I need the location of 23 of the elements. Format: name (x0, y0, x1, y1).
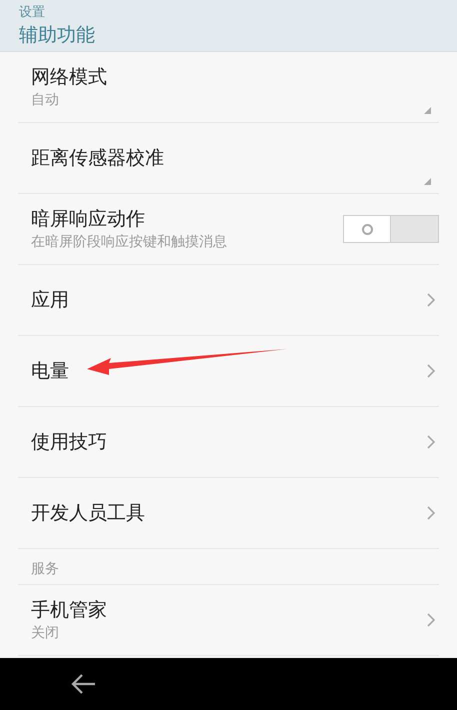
section-heading: 服务 (31, 560, 59, 579)
setting-title: 暗屏响应动作 (31, 207, 146, 232)
setting-title: 应用 (31, 288, 69, 313)
setting-title: 电量 (31, 359, 69, 384)
chevron-right-icon[interactable] (427, 364, 435, 378)
chevron-right-icon[interactable] (427, 613, 435, 627)
breadcrumb[interactable]: 设置 (19, 4, 438, 22)
setting-title: 距离传感器校准 (31, 146, 164, 171)
setting-title: 网络模式 (31, 65, 107, 90)
setting-summary: 自动 (31, 91, 60, 110)
chevron-right-icon[interactable] (427, 435, 435, 449)
setting-summary: 在暗屏阶段响应按键和触摸消息 (31, 233, 227, 252)
dropdown-corner-icon[interactable] (424, 178, 431, 185)
back-arrow-icon[interactable] (70, 673, 96, 695)
dropdown-corner-icon[interactable] (424, 107, 431, 114)
chevron-right-icon[interactable] (427, 293, 435, 307)
setting-title: 使用技巧 (31, 430, 107, 455)
setting-title: 开发人员工具 (31, 501, 145, 526)
page-title: 辅助功能 (19, 22, 96, 48)
chevron-right-icon[interactable] (427, 506, 435, 520)
setting-title: 手机管家 (31, 598, 107, 623)
setting-summary: 关闭 (31, 624, 60, 643)
toggle-switch[interactable] (343, 215, 439, 243)
